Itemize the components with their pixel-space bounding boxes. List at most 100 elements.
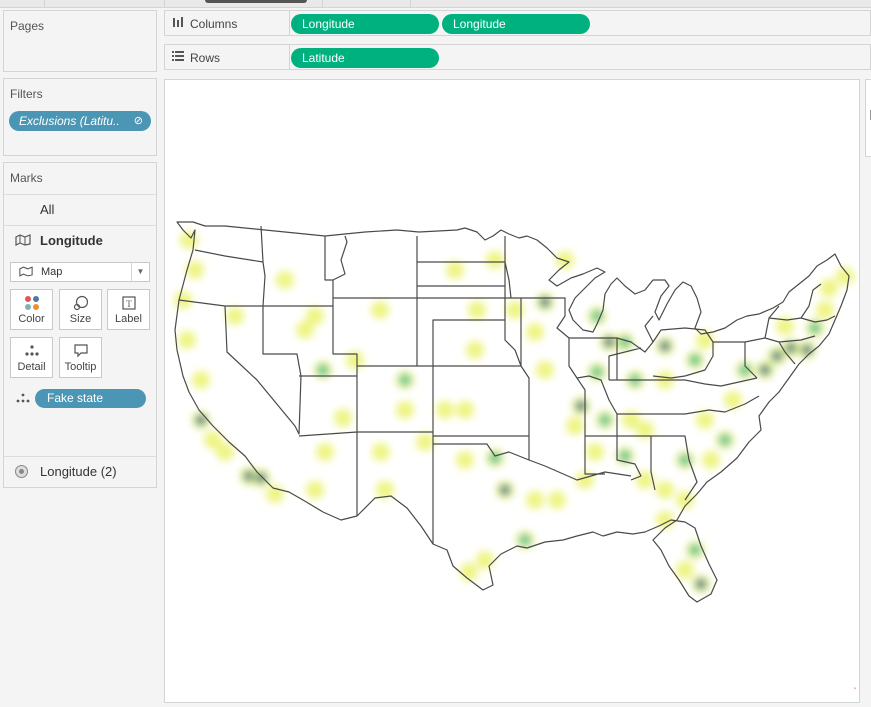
density-spot (296, 321, 314, 339)
density-spot-medium (399, 374, 411, 386)
density-spot (548, 491, 566, 509)
density-spot (456, 451, 474, 469)
tab-segment[interactable] (45, 0, 165, 8)
color-button[interactable]: Color (10, 289, 53, 330)
density-spot (586, 443, 604, 461)
density-spot (192, 371, 210, 389)
mark-type-dropdown[interactable]: Map ▼ (10, 262, 150, 282)
density-spot (316, 443, 334, 461)
density-spot (536, 361, 554, 379)
tooltip-button[interactable]: Tooltip (59, 337, 102, 378)
marks-layer-all-label: All (40, 202, 55, 217)
density-spot (334, 409, 352, 427)
density-spot-medium (591, 310, 603, 322)
filter-pill-exclusions[interactable]: Exclusions (Latitu.. ⊘ (9, 111, 151, 131)
active-tab-indicator (205, 0, 307, 3)
legend-panel-edge[interactable] (865, 79, 871, 157)
density-spot (476, 551, 494, 569)
density-spot-high (773, 352, 781, 360)
density-spot-medium (619, 450, 631, 462)
density-layer (174, 231, 854, 593)
svg-text:T: T (126, 299, 132, 309)
density-spot (526, 323, 544, 341)
density-spot (696, 411, 714, 429)
density-spot (306, 481, 324, 499)
rows-icon (172, 50, 184, 65)
density-spot-high (787, 344, 795, 352)
rows-shelf[interactable]: Rows Latitude (164, 44, 871, 70)
density-spot (702, 451, 720, 469)
density-spot-high (577, 402, 585, 410)
columns-shelf[interactable]: Columns Longitude Longitude (164, 10, 871, 36)
detail-button-label: Detail (17, 361, 46, 373)
color-dots-icon (11, 295, 52, 311)
density-spot (276, 271, 294, 289)
marks-layer-longitude-2[interactable]: Longitude (2) (4, 456, 156, 487)
marks-layer-all[interactable]: All (4, 194, 156, 224)
density-spot (566, 417, 584, 435)
density-spot-high (197, 416, 205, 424)
density-spot (226, 307, 244, 325)
density-spot-medium (519, 534, 531, 546)
label-button[interactable]: T Label (107, 289, 150, 330)
density-spot (216, 443, 234, 461)
chevron-down-icon[interactable]: ▼ (131, 263, 149, 281)
density-spot (656, 481, 674, 499)
density-spot (372, 443, 390, 461)
tab-segment[interactable] (323, 0, 411, 8)
filter-pill-label: Exclusions (Latitu.. (19, 114, 120, 128)
column-pill-longitude-2[interactable]: Longitude (442, 14, 590, 34)
density-spot-high (541, 298, 549, 306)
density-spot (180, 231, 198, 249)
columns-label: Columns (190, 17, 238, 31)
detail-button[interactable]: Detail (10, 337, 53, 378)
density-spot (396, 401, 414, 419)
density-spot (820, 279, 838, 297)
marks-card: Marks All Longitude Map ▼ Color Size T L… (3, 162, 157, 488)
density-spot (416, 433, 434, 451)
density-spot (836, 267, 854, 285)
marks-title: Marks (10, 171, 43, 185)
density-spot-high (245, 472, 253, 480)
marks-layer-longitude[interactable]: Longitude (4, 225, 156, 255)
label-icon: T (108, 295, 149, 311)
density-spot-high (661, 342, 669, 350)
us-density-map[interactable] (165, 80, 859, 702)
density-spot (526, 491, 544, 509)
color-button-label: Color (18, 313, 45, 325)
density-spot-high (501, 486, 509, 494)
columns-icon (172, 16, 184, 31)
density-spot-medium (489, 452, 501, 464)
filters-title: Filters (10, 87, 43, 101)
layer-radio-icon[interactable] (15, 465, 28, 478)
sheet-tab-strip (0, 0, 871, 8)
map-icon (19, 266, 33, 280)
size-button-label: Size (69, 313, 92, 325)
detail-dots-icon (16, 392, 30, 407)
density-spot (436, 401, 454, 419)
marks-layer-longitude-2-label: Longitude (2) (40, 464, 117, 479)
detail-pill-fake-state[interactable]: Fake state (35, 389, 146, 408)
map-view[interactable] (164, 79, 860, 703)
mark-type-value: Map (41, 266, 63, 278)
tab-segment[interactable] (0, 0, 45, 8)
filters-card[interactable]: Filters Exclusions (Latitu.. ⊘ (3, 78, 157, 156)
density-spot (446, 261, 464, 279)
density-spot (460, 563, 478, 581)
density-spot (456, 401, 474, 419)
density-spot-medium (591, 366, 603, 378)
size-button[interactable]: Size (59, 289, 102, 330)
column-pill-longitude[interactable]: Longitude (291, 14, 439, 34)
label-button-label: Label (115, 313, 142, 325)
pages-card[interactable]: Pages (3, 10, 157, 72)
density-spot-medium (317, 364, 329, 376)
tableau-workspace: Pages Filters Exclusions (Latitu.. ⊘ Mar… (0, 0, 871, 707)
rows-label: Rows (190, 51, 221, 65)
density-spot (486, 251, 504, 269)
row-pill-latitude[interactable]: Latitude (291, 48, 439, 68)
density-spot-medium (719, 434, 731, 446)
density-spot-high (761, 366, 769, 374)
density-spot-medium (599, 414, 611, 426)
shelf-divider (289, 11, 290, 35)
link-icon: ⊘ (133, 115, 143, 127)
